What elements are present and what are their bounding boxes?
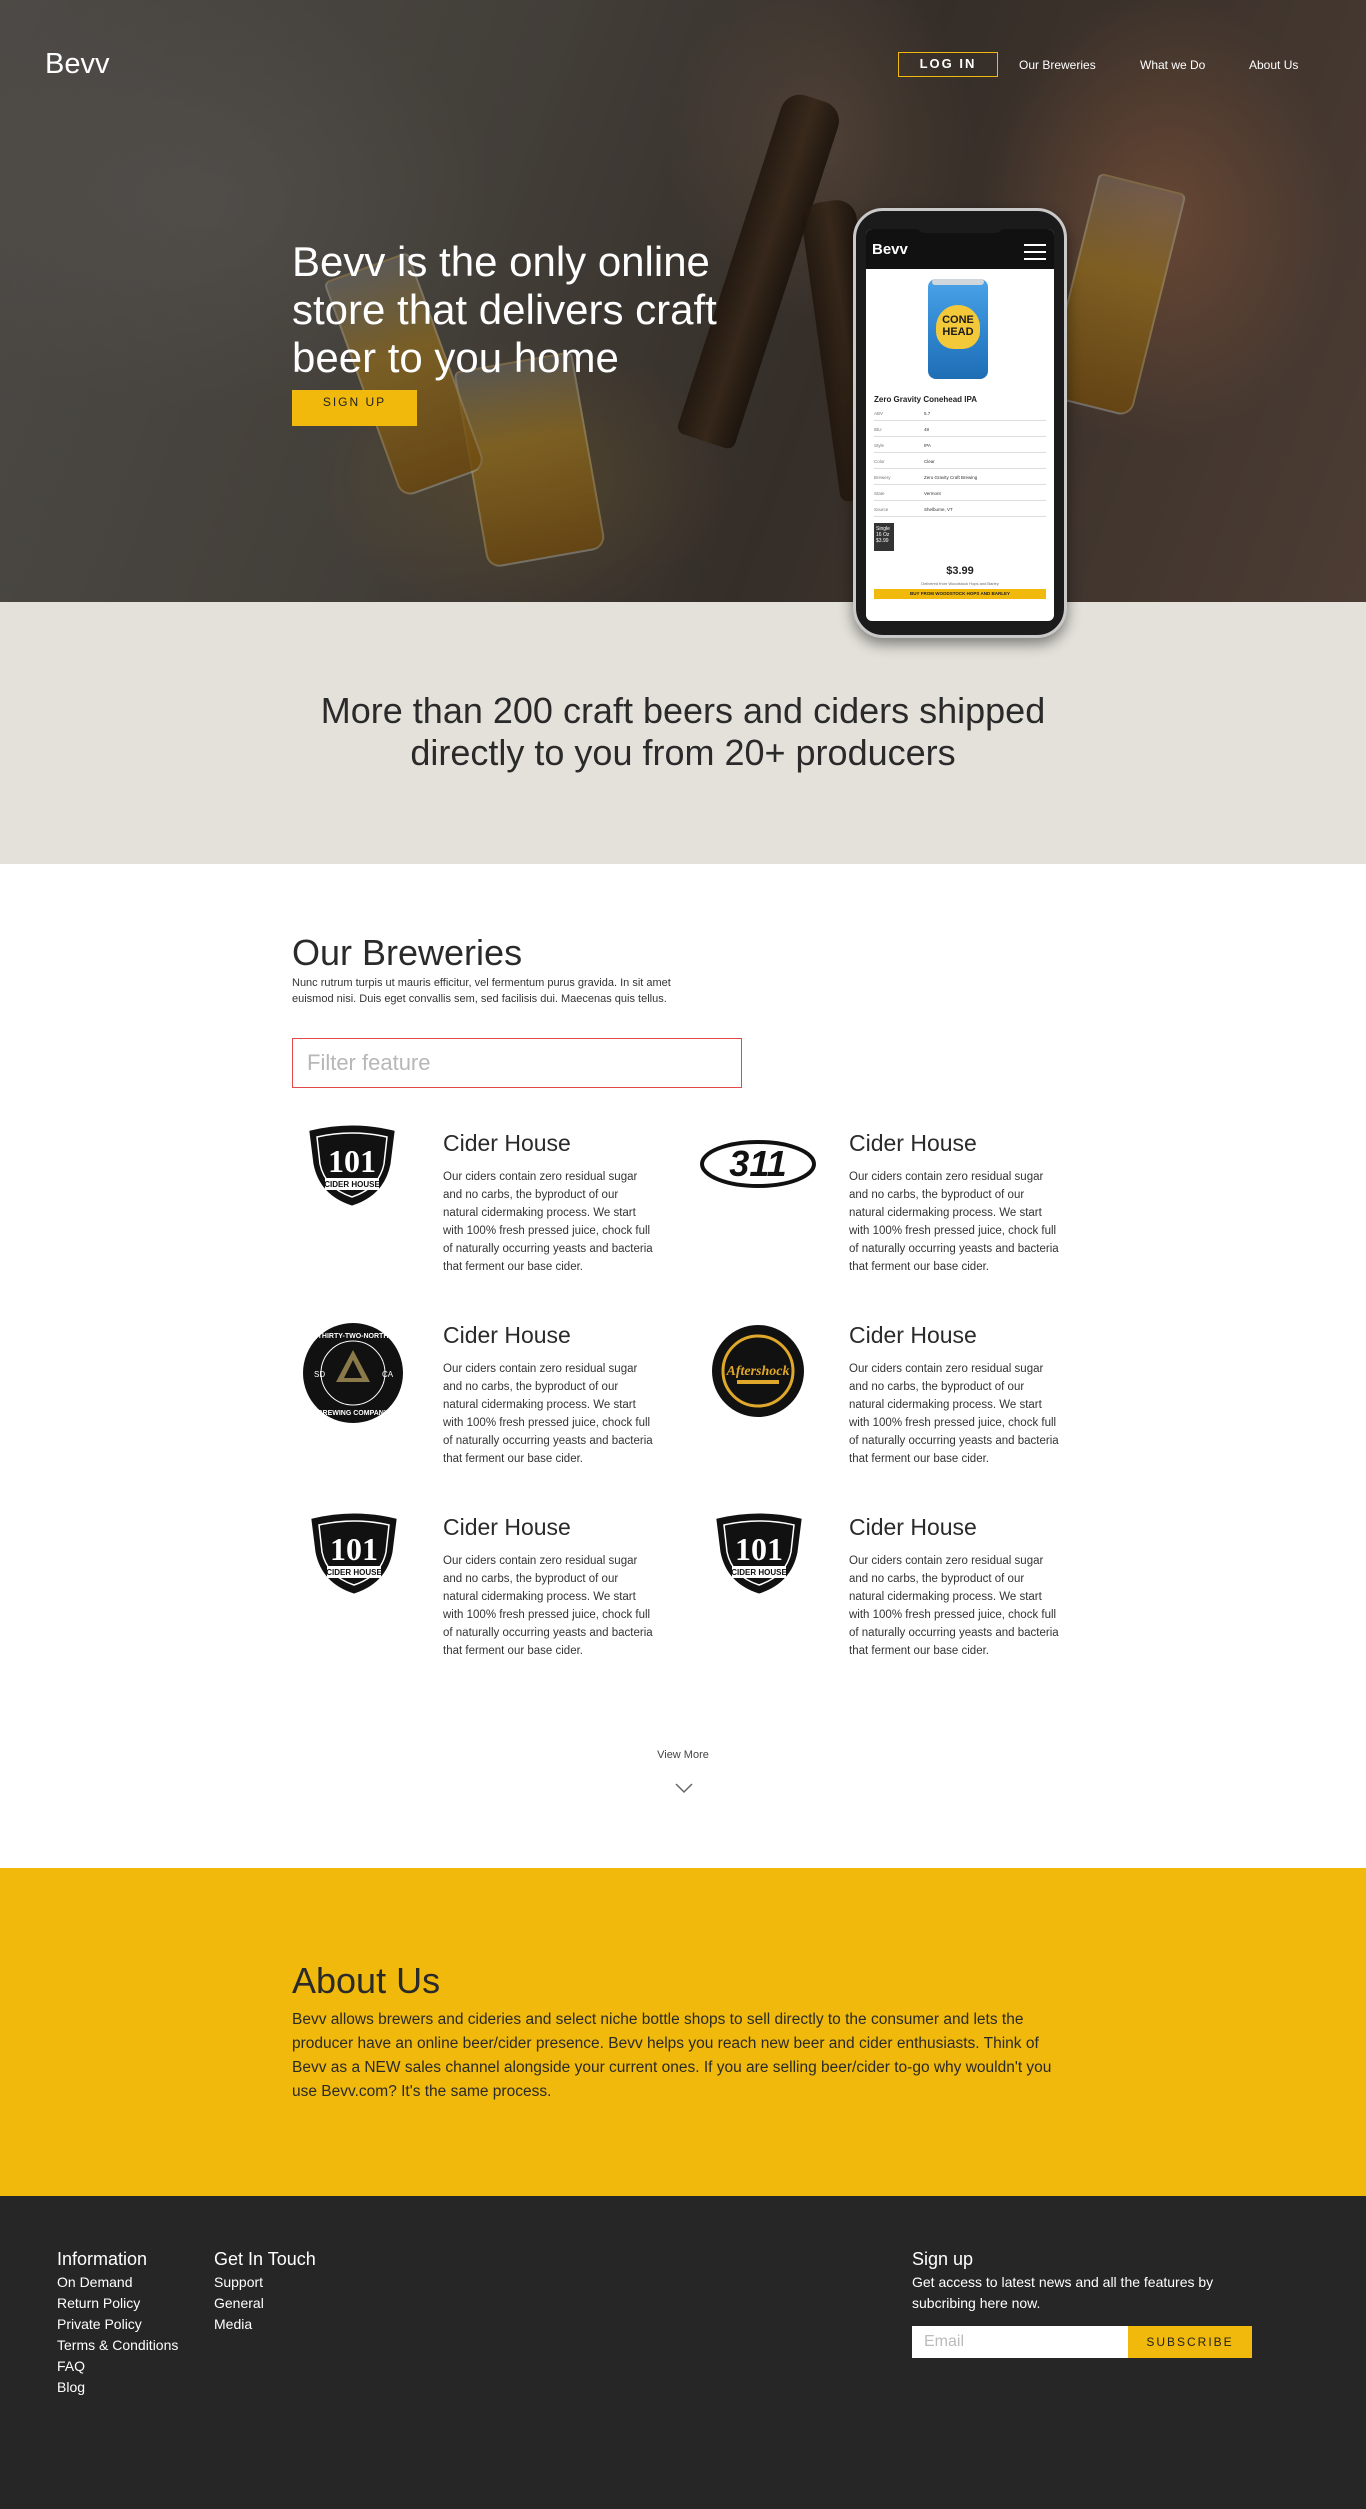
nav-what-we-do[interactable]: What we Do	[1140, 58, 1205, 72]
footer-link-private-policy[interactable]: Private Policy	[57, 2316, 142, 2332]
brewery-card-title[interactable]: Cider House	[849, 1514, 977, 1541]
brewery-card-text: Our ciders contain zero residual sugar a…	[849, 1363, 1059, 1465]
hero-photo-glass	[453, 351, 607, 569]
brewery-logo-101: 101 CIDER HOUSE	[309, 1125, 395, 1206]
brewery-card-text: Our ciders contain zero residual sugar a…	[443, 1363, 653, 1465]
svg-text:Aftershock: Aftershock	[726, 1364, 790, 1379]
brewery-card-title[interactable]: Cider House	[849, 1130, 977, 1157]
svg-text:101: 101	[735, 1531, 783, 1567]
footer-link-general[interactable]: General	[214, 2295, 264, 2311]
phone-app-bar: Bevv	[866, 229, 1054, 269]
svg-text:CIDER HOUSE: CIDER HOUSE	[731, 1568, 787, 1577]
view-more-link[interactable]: View More	[633, 1749, 733, 1761]
footer-link-on-demand[interactable]: On Demand	[57, 2274, 132, 2290]
footer-get-in-touch-title: Get In Touch	[214, 2249, 316, 2269]
signup-button[interactable]: SIGN UP	[292, 390, 417, 426]
breweries-description: Nunc rutrum turpis ut mauris efficitur, …	[292, 977, 671, 1005]
can-label-line2: HEAD	[942, 326, 974, 338]
footer-signup-text: Get access to latest news and all the fe…	[912, 2274, 1214, 2311]
spec-row: State Vermont	[874, 491, 1046, 501]
footer-link-faq[interactable]: FAQ	[57, 2358, 85, 2374]
brewery-card-text: Our ciders contain zero residual sugar a…	[443, 1171, 653, 1273]
phone-notch	[916, 219, 1004, 233]
spec-row: Color Clear	[874, 459, 1046, 469]
spec-row: Source Shelburne, VT	[874, 507, 1046, 517]
svg-text:101: 101	[328, 1143, 376, 1179]
brewery-card-title[interactable]: Cider House	[443, 1130, 571, 1157]
brewery-logo-311: 311	[700, 1140, 816, 1188]
brewery-logo-thirty-two-north: THIRTY-TWO-NORTH BREWING COMPANY SD CA	[303, 1323, 403, 1423]
phone-brand: Bevv	[872, 241, 908, 258]
footer-link-return-policy[interactable]: Return Policy	[57, 2295, 140, 2311]
footer-information-title: Information	[57, 2249, 148, 2269]
highlight-text: More than 200 craft beers and ciders shi…	[320, 690, 1046, 773]
spec-row: ABV 5.7	[874, 411, 1046, 421]
hamburger-menu-icon	[1024, 244, 1046, 265]
spec-row: Style IPA	[874, 443, 1046, 453]
phone-screen: Bevv CONE HEAD Zero Gravity Conehead IPA…	[866, 229, 1054, 621]
phone-mockup: Bevv CONE HEAD Zero Gravity Conehead IPA…	[853, 208, 1067, 638]
svg-text:311: 311	[729, 1143, 786, 1184]
brewery-card-title[interactable]: Cider House	[849, 1322, 977, 1349]
footer-link-media[interactable]: Media	[214, 2316, 252, 2332]
svg-text:SD: SD	[314, 1370, 325, 1379]
about-text: Bevv allows brewers and cideries and sel…	[292, 2011, 1052, 2100]
brewery-card-text: Our ciders contain zero residual sugar a…	[443, 1555, 653, 1657]
chevron-down-icon[interactable]	[675, 1782, 693, 1794]
brewery-card-text: Our ciders contain zero residual sugar a…	[849, 1555, 1059, 1657]
brewery-card-title[interactable]: Cider House	[443, 1322, 571, 1349]
nav-our-breweries[interactable]: Our Breweries	[1019, 58, 1096, 72]
email-field[interactable]	[912, 2326, 1128, 2358]
hero-title: Bevv is the only online store that deliv…	[292, 238, 717, 381]
beer-can-image: CONE HEAD	[928, 279, 988, 379]
svg-text:CA: CA	[382, 1370, 394, 1379]
login-button[interactable]: LOG IN	[898, 52, 998, 77]
spec-row: Brewery Zero Gravity Craft Brewing	[874, 475, 1046, 485]
svg-text:CIDER HOUSE: CIDER HOUSE	[324, 1180, 380, 1189]
footer-link-terms[interactable]: Terms & Conditions	[57, 2337, 178, 2353]
buy-button[interactable]: BUY FROM WOODSTOCK HOPS AND BARLEY	[874, 589, 1046, 599]
size-option-chip[interactable]: Single 16 Oz $3.99	[874, 523, 894, 551]
svg-text:CIDER HOUSE: CIDER HOUSE	[326, 1568, 382, 1577]
brewery-logo-101: 101 CIDER HOUSE	[311, 1513, 397, 1594]
delivery-note: Delivered from Woodstock Hops and Barley	[921, 581, 999, 586]
svg-text:THIRTY-TWO-NORTH: THIRTY-TWO-NORTH	[318, 1333, 389, 1340]
spec-row: IBU 48	[874, 427, 1046, 437]
nav-about-us[interactable]: About Us	[1249, 58, 1298, 72]
footer-link-support[interactable]: Support	[214, 2274, 263, 2290]
svg-text:101: 101	[330, 1531, 378, 1567]
brand-logo[interactable]: Bevv	[45, 48, 109, 81]
subscribe-button[interactable]: SUBSCRIBE	[1128, 2326, 1252, 2358]
product-title: Zero Gravity Conehead IPA	[874, 395, 977, 404]
svg-text:BREWING COMPANY: BREWING COMPANY	[317, 1410, 388, 1417]
brewery-logo-aftershock: Aftershock	[712, 1325, 804, 1417]
brewery-card-title[interactable]: Cider House	[443, 1514, 571, 1541]
footer-signup-title: Sign up	[912, 2249, 974, 2269]
brewery-logo-101: 101 CIDER HOUSE	[716, 1513, 802, 1594]
footer-link-blog[interactable]: Blog	[57, 2379, 85, 2395]
about-title: About Us	[292, 1960, 441, 2001]
can-label-line1: CONE	[942, 314, 974, 326]
breweries-title: Our Breweries	[292, 932, 523, 973]
product-price: $3.99	[946, 565, 974, 577]
brewery-card-text: Our ciders contain zero residual sugar a…	[849, 1171, 1059, 1273]
filter-input[interactable]	[292, 1038, 742, 1088]
